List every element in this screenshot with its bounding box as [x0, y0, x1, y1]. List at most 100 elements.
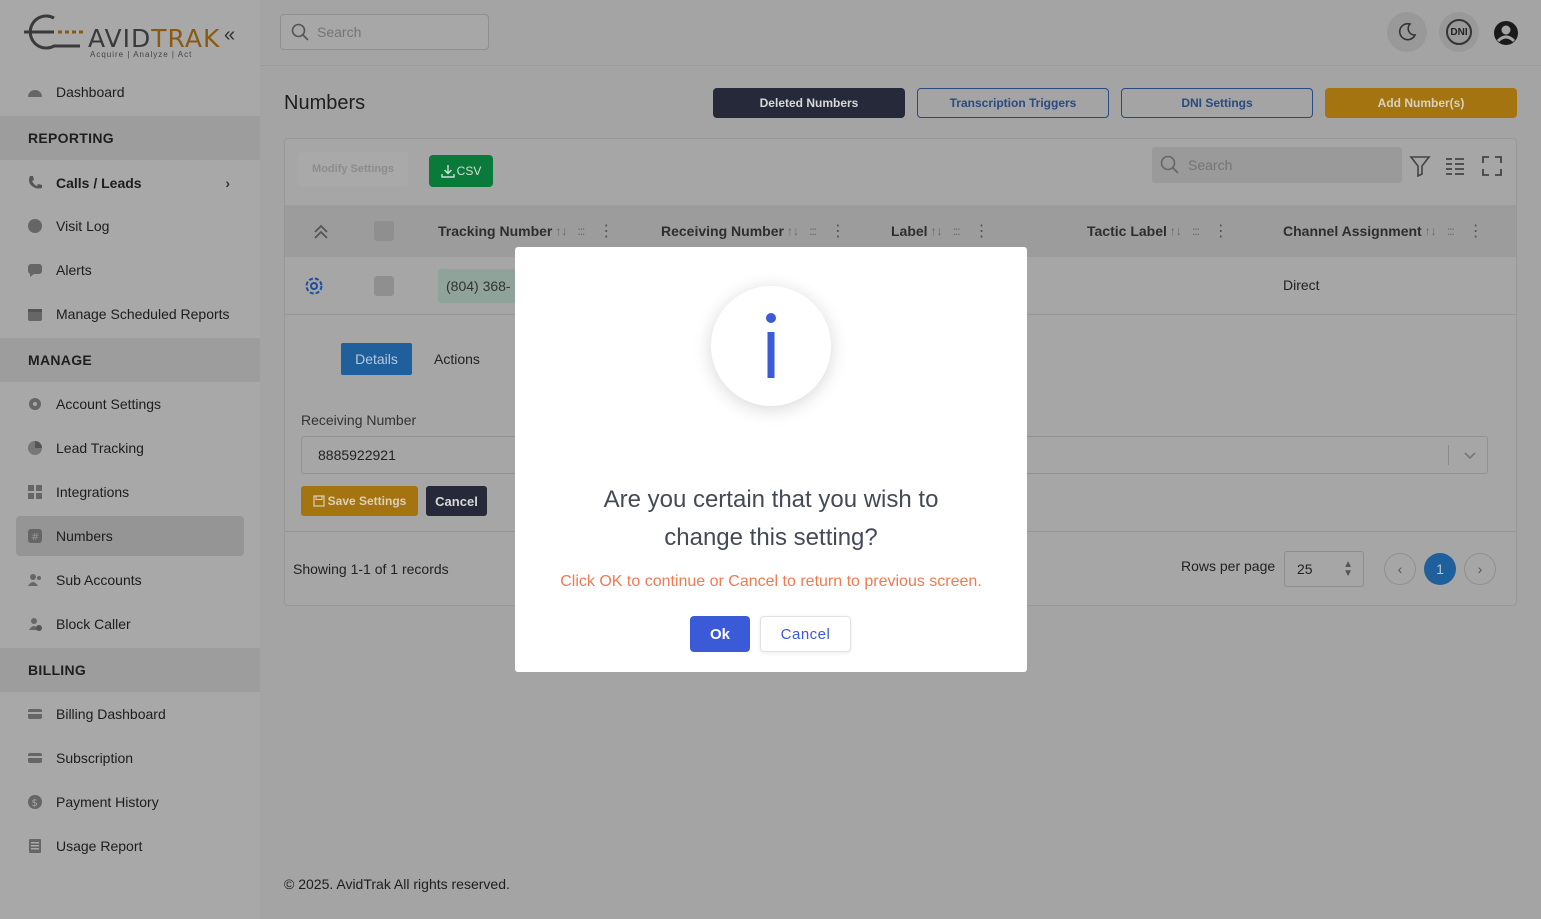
gear-icon [26, 395, 44, 413]
sidebar-item-label: Account Settings [56, 396, 162, 412]
drag-handle-icon[interactable]: ::: [809, 224, 817, 238]
section-manage: MANAGE [0, 338, 260, 382]
columns-icon[interactable] [1445, 156, 1465, 176]
dni-settings-button[interactable]: DNI Settings [1121, 88, 1313, 118]
row-settings-gear-icon[interactable] [303, 275, 325, 297]
column-tactic-label[interactable]: Tactic Label ↑↓::: ⋮ [1087, 205, 1229, 257]
column-menu-icon[interactable]: ⋮ [974, 221, 990, 241]
column-channel-assignment[interactable]: Channel Assignment ↑↓::: ⋮ [1283, 205, 1484, 257]
tab-details[interactable]: Details [341, 343, 412, 375]
drag-handle-icon[interactable]: ::: [577, 224, 585, 238]
sidebar: AVIDTRAK Acquire | Analyze | Act « Dashb… [0, 0, 260, 919]
sort-icon[interactable]: ↑↓ [931, 224, 943, 238]
sidebar-item-label: Alerts [56, 262, 92, 278]
sidebar-item-lead-tracking[interactable]: Lead Tracking [16, 428, 244, 468]
sidebar-item-label: Calls / Leads [56, 175, 142, 191]
sidebar-item-dashboard[interactable]: Dashboard [16, 72, 244, 112]
drag-handle-icon[interactable]: ::: [1192, 224, 1200, 238]
prev-page-button[interactable]: ‹ [1384, 553, 1416, 585]
sidebar-item-numbers[interactable]: # Numbers [16, 516, 244, 556]
table-search[interactable] [1152, 147, 1402, 183]
sidebar-item-visit-log[interactable]: Visit Log [16, 206, 244, 246]
sidebar-item-label: Billing Dashboard [56, 706, 166, 722]
sidebar-item-subscription[interactable]: Subscription [16, 738, 244, 778]
sidebar-item-manage-scheduled-reports[interactable]: Manage Scheduled Reports [16, 294, 244, 334]
global-search[interactable] [280, 14, 489, 50]
fullscreen-icon[interactable] [1481, 155, 1503, 177]
dollar-icon: $ [26, 793, 44, 811]
sidebar-item-usage-report[interactable]: Usage Report [16, 826, 244, 866]
deleted-numbers-button[interactable]: Deleted Numbers [713, 88, 905, 118]
column-label: Tactic Label [1087, 223, 1167, 239]
save-settings-label: Save Settings [327, 494, 407, 508]
sidebar-item-block-caller[interactable]: Block Caller [16, 604, 244, 644]
ok-button[interactable]: Ok [690, 616, 750, 652]
sidebar-item-alerts[interactable]: Alerts [16, 250, 244, 290]
column-label: Tracking Number [438, 223, 553, 239]
collapse-sidebar-icon[interactable]: « [224, 24, 235, 47]
grid-icon [26, 483, 44, 501]
rows-per-page-label: Rows per page [1181, 558, 1276, 574]
sidebar-item-calls-leads[interactable]: Calls / Leads › [16, 163, 244, 203]
receiving-number-label: Receiving Number [301, 412, 417, 428]
sidebar-item-integrations[interactable]: Integrations [16, 472, 244, 512]
logo-mark-icon [24, 14, 86, 50]
column-menu-icon[interactable]: ⋮ [1213, 221, 1229, 241]
collapse-rows-icon[interactable] [313, 223, 329, 239]
save-settings-button[interactable]: Save Settings [301, 486, 418, 516]
page-button-current[interactable]: 1 [1424, 553, 1456, 585]
brand-name-suffix: TRAK [151, 24, 221, 53]
csv-export-button[interactable]: CSV [429, 155, 493, 187]
sidebar-item-payment-history[interactable]: $ Payment History [16, 782, 244, 822]
next-page-button[interactable]: › [1464, 553, 1496, 585]
cancel-settings-button[interactable]: Cancel [426, 486, 487, 516]
transcription-triggers-button[interactable]: Transcription Triggers [917, 88, 1109, 118]
sort-icon[interactable]: ↑↓ [1425, 224, 1437, 238]
brand-name-prefix: AVID [88, 24, 152, 53]
dialog-title: Are you certain that you wish to change … [555, 481, 987, 557]
info-i-glyph [766, 313, 776, 378]
sort-icon[interactable]: ↑↓ [787, 224, 799, 238]
pie-chart-icon [26, 439, 44, 457]
select-all-checkbox[interactable] [374, 221, 394, 241]
select-arrows-icon: ▲ ▼ [1343, 559, 1353, 579]
sort-icon[interactable]: ↑↓ [1170, 224, 1182, 238]
sidebar-item-sub-accounts[interactable]: Sub Accounts [16, 560, 244, 600]
user-avatar[interactable] [1493, 20, 1519, 51]
sidebar-item-label: Sub Accounts [56, 572, 142, 588]
dark-mode-toggle[interactable] [1387, 12, 1427, 52]
dni-badge: DNI [1446, 19, 1472, 45]
table-search-input[interactable] [1188, 157, 1378, 173]
column-label: Channel Assignment [1283, 223, 1422, 239]
drag-handle-icon[interactable]: ::: [1447, 224, 1455, 238]
sidebar-item-billing-dashboard[interactable]: Billing Dashboard [16, 694, 244, 734]
chevron-down-icon[interactable] [1463, 449, 1477, 463]
sidebar-item-account-settings[interactable]: Account Settings [16, 384, 244, 424]
modify-settings-button[interactable]: Modify Settings [298, 152, 408, 186]
row-checkbox[interactable] [374, 276, 394, 296]
dialog-cancel-button[interactable]: Cancel [760, 616, 851, 652]
global-search-input[interactable] [317, 24, 467, 40]
sidebar-item-label: Manage Scheduled Reports [56, 306, 230, 322]
svg-text:$: $ [32, 798, 38, 809]
chevron-right-icon: › [225, 175, 230, 191]
sidebar-item-label: Payment History [56, 794, 159, 810]
add-numbers-button[interactable]: Add Number(s) [1325, 88, 1517, 118]
column-menu-icon[interactable]: ⋮ [1468, 221, 1484, 241]
tab-actions[interactable]: Actions [434, 351, 480, 367]
brand-logo[interactable]: AVIDTRAK Acquire | Analyze | Act [18, 10, 228, 62]
rows-per-page-select[interactable]: 25 ▲ ▼ [1284, 551, 1364, 587]
search-icon [291, 23, 309, 41]
column-menu-icon[interactable]: ⋮ [598, 221, 614, 241]
drag-handle-icon[interactable]: ::: [953, 224, 961, 238]
filter-icon[interactable] [1409, 155, 1431, 177]
column-menu-icon[interactable]: ⋮ [830, 221, 846, 241]
dni-button[interactable]: DNI [1439, 12, 1479, 52]
report-icon [26, 837, 44, 855]
section-reporting: REPORTING [0, 116, 260, 160]
calendar-icon [26, 305, 44, 323]
sort-icon[interactable]: ↑↓ [555, 224, 567, 238]
moon-icon [1399, 22, 1417, 41]
confirm-dialog: Are you certain that you wish to change … [515, 247, 1027, 672]
page-title: Numbers [284, 92, 366, 114]
